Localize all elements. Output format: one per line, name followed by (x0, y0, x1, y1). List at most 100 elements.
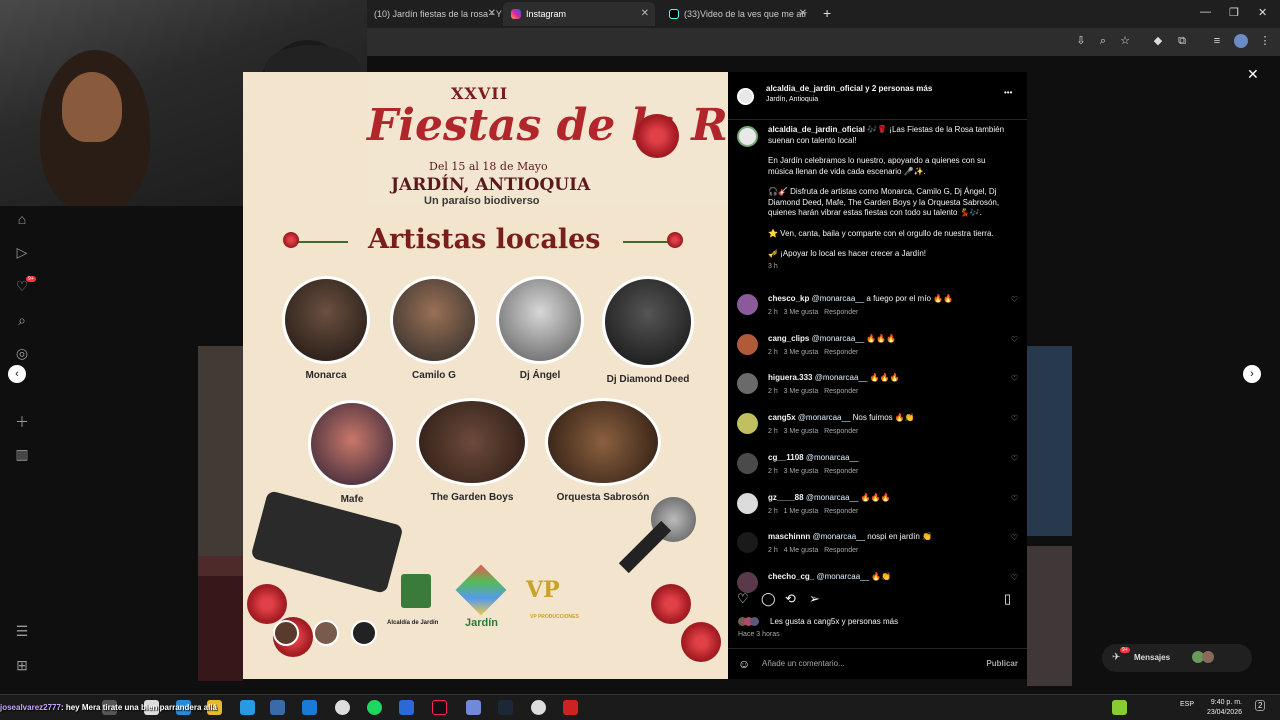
repost-icon[interactable]: ⟲ (785, 591, 796, 607)
commenter-avatar[interactable] (737, 452, 758, 474)
reply-button[interactable]: Responder (824, 428, 858, 435)
tab-instagram[interactable]: Instagram ✕ (503, 2, 655, 26)
comment-likes[interactable]: 1 Me gusta (784, 508, 819, 515)
comment-like-heart-icon[interactable]: ♡ (1011, 494, 1018, 503)
comment-like-heart-icon[interactable]: ♡ (1011, 374, 1018, 383)
share-icon[interactable]: ➢ (809, 591, 820, 607)
close-tab-icon[interactable]: ✕ (799, 8, 807, 19)
author-avatar[interactable] (737, 88, 754, 105)
save-bookmark-icon[interactable]: ▯ (1004, 591, 1011, 607)
comment-mention[interactable]: @monarcaa__ (812, 294, 865, 303)
commenter-username[interactable]: higuera.333 (768, 373, 812, 382)
comment-mention[interactable]: @monarcaa__ (815, 373, 868, 382)
extension-diamond-icon[interactable]: ◆ (1151, 34, 1165, 48)
close-modal-icon[interactable]: ✕ (1247, 66, 1259, 83)
commenter-avatar[interactable] (737, 333, 758, 355)
commenter-username[interactable]: cang_clips (768, 334, 809, 343)
new-tab-button[interactable]: + (823, 5, 831, 21)
caption-author-avatar[interactable] (737, 126, 758, 147)
commenter-username[interactable]: cg__1108 (768, 453, 804, 462)
system-clock[interactable]: 9:40 p. m. 23/04/2026 (1207, 698, 1242, 718)
comment-likes[interactable]: 3 Me gusta (784, 468, 819, 475)
comment-like-heart-icon[interactable]: ♡ (1011, 454, 1018, 463)
bookmark-star-icon[interactable]: ☆ (1118, 34, 1132, 48)
home-icon[interactable]: ⌂ (8, 211, 36, 227)
messages-button[interactable]: ✈ 9+ Mensajes (1102, 644, 1252, 672)
language-indicator[interactable]: ESP (1180, 701, 1194, 708)
next-post-button[interactable]: › (1243, 365, 1261, 383)
app-icon[interactable] (563, 700, 578, 715)
zoom-icon[interactable]: ⌕ (1096, 34, 1110, 48)
comment-input[interactable]: Añade un comentario... (762, 659, 845, 668)
commenter-username[interactable]: chesco_kp (768, 294, 809, 303)
comment-likes[interactable]: 3 Me gusta (784, 388, 819, 395)
more-menu-icon[interactable]: ☰ (8, 623, 36, 640)
tagged-user-avatar[interactable] (313, 620, 339, 646)
install-app-icon[interactable]: ⇩ (1074, 34, 1088, 48)
commenter-avatar[interactable] (737, 413, 758, 435)
spotify-icon[interactable] (367, 700, 382, 715)
likes-summary[interactable]: Les gusta a cang5x y personas más (770, 617, 898, 626)
comment-like-heart-icon[interactable]: ♡ (1011, 295, 1018, 304)
publish-button[interactable]: Publicar (986, 659, 1018, 668)
chrome-icon[interactable] (335, 700, 350, 715)
comment-likes[interactable]: 3 Me gusta (784, 309, 819, 316)
dashboard-icon[interactable]: ▥ (8, 446, 36, 463)
extensions-icon[interactable]: ⧉ (1175, 34, 1189, 48)
browser-menu-icon[interactable]: ⋮ (1258, 34, 1272, 48)
comment-mention[interactable]: @monarcaa__ (798, 413, 851, 422)
comment-mention[interactable]: @monarcaa__ (812, 532, 865, 541)
apps-grid-icon[interactable]: ⊞ (8, 657, 36, 674)
app-icon[interactable] (270, 700, 285, 715)
close-window-icon[interactable]: ✕ (1258, 6, 1267, 19)
tl-app-icon[interactable] (399, 700, 414, 715)
commenter-avatar[interactable] (737, 532, 758, 554)
comment-likes[interactable]: 4 Me gusta (784, 547, 819, 554)
comment-mention[interactable]: @monarcaa__ (812, 334, 865, 343)
commenter-username[interactable]: cang5x (768, 413, 796, 422)
comment-mention[interactable]: @monarcaa__ (806, 493, 859, 502)
reels-icon[interactable]: ▷ (8, 244, 36, 261)
comment-mention[interactable]: @monarcaa__ (816, 572, 869, 581)
close-tab-icon[interactable]: ✕ (641, 8, 649, 19)
search-icon[interactable]: ⌕ (8, 312, 36, 329)
previous-post-button[interactable]: ‹ (8, 365, 26, 383)
tagged-user-avatar[interactable] (273, 620, 299, 646)
emoji-icon[interactable]: ☺ (738, 657, 750, 671)
reading-list-icon[interactable]: ≡ (1210, 34, 1224, 48)
reply-button[interactable]: Responder (824, 309, 858, 316)
commenter-username[interactable]: gz____88 (768, 493, 804, 502)
reply-button[interactable]: Responder (824, 508, 858, 515)
reply-button[interactable]: Responder (824, 349, 858, 356)
reply-button[interactable]: Responder (824, 468, 858, 475)
create-plus-icon[interactable]: ＋ (8, 412, 36, 432)
comment-like-heart-icon[interactable]: ♡ (1011, 573, 1018, 582)
tray-app-icon[interactable] (1112, 700, 1127, 715)
mail-icon[interactable] (302, 700, 317, 715)
comment-likes[interactable]: 3 Me gusta (784, 428, 819, 435)
comment-like-heart-icon[interactable]: ♡ (1011, 533, 1018, 542)
caption-username[interactable]: alcaldia_de_jardin_oficial (768, 125, 865, 134)
comment-mention[interactable]: @monarcaa__ (806, 453, 859, 462)
commenter-username[interactable]: checho_cg_ (768, 572, 814, 581)
comment-like-heart-icon[interactable]: ♡ (1011, 335, 1018, 344)
comment-like-heart-icon[interactable]: ♡ (1011, 414, 1018, 423)
tab-youtube[interactable]: (10) Jardín fiestas de la rosa - Y ✕ (366, 2, 502, 26)
post-location[interactable]: Jardín, Antioquia (766, 96, 818, 103)
minimize-icon[interactable]: — (1200, 6, 1211, 18)
commenter-avatar[interactable] (737, 373, 758, 395)
commenter-username[interactable]: maschinnn (768, 532, 810, 541)
explore-icon[interactable]: ◎ (8, 345, 36, 362)
chrome-icon[interactable] (531, 700, 546, 715)
steam-icon[interactable] (498, 700, 513, 715)
tab-tiktok[interactable]: (33)Video de la ves que me atr ✕ (661, 2, 813, 26)
like-heart-icon[interactable]: ♡ (737, 591, 749, 607)
commenter-avatar[interactable] (737, 492, 758, 514)
commenter-avatar[interactable] (737, 294, 758, 315)
comment-icon[interactable]: ◯ (761, 591, 776, 607)
more-options-icon[interactable]: ••• (1004, 88, 1012, 97)
notification-center-count[interactable]: 2 (1255, 700, 1266, 711)
reply-button[interactable]: Responder (824, 547, 858, 554)
tiktok-taskbar-icon[interactable] (432, 700, 447, 715)
discord-icon[interactable] (466, 700, 481, 715)
